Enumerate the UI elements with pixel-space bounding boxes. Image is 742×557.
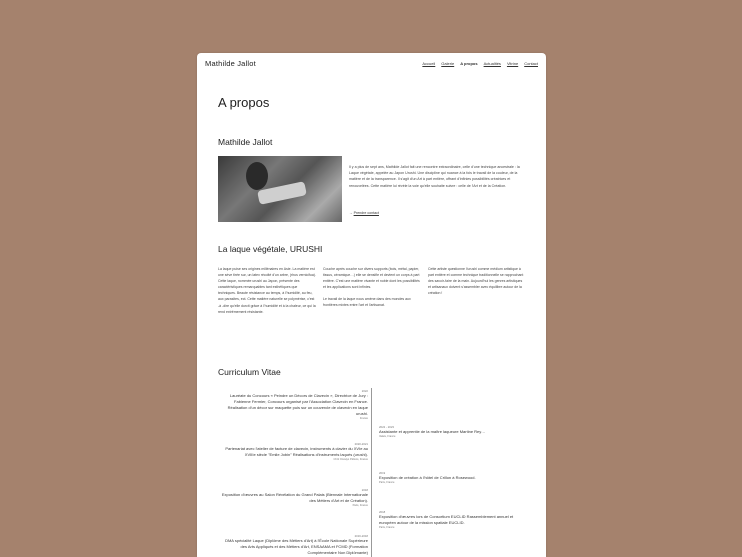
cv-timeline-divider [371,388,372,557]
arrow-icon: → [349,211,353,215]
artist-photo [218,156,342,222]
cv-entry: 2018 Exposition d'œuvres lors de Consort… [379,510,529,529]
urushi-col-2-para-1: Couche après couche sur divers supports … [323,267,420,290]
photo-figure-head [246,162,268,190]
cv-entry: 2022 - 2023 Assistante et apprentie de l… [379,425,529,438]
nav-a-propos[interactable]: A propos [460,61,477,66]
cv-place: France [359,417,368,420]
contact-link[interactable]: Prendre contact [354,211,379,215]
cv-title: DMA spécialité Laque (Diplôme des Métier… [225,538,368,555]
urushi-col-2-para-2: Le travail de la laque nous amène dans d… [323,297,411,308]
site-brand[interactable]: Mathilde Jallot [205,59,256,68]
nav-galerie[interactable]: Galerie [441,61,454,66]
cv-entry: 2019 Exposition de création à l'hôtel de… [379,471,529,484]
nav-actualites[interactable]: Actualités [484,61,501,66]
cv-place: Valais, France [379,435,396,438]
cv-title: Lauréate du Concours « Peindre un Décors… [227,393,368,416]
cv-entry: 2020-2021 Partenariat avec l'atelier de … [218,442,368,461]
nav-accueil[interactable]: Accueil [422,61,435,66]
cv-heading: Curriculum Vitae [218,367,281,377]
nav-contact[interactable]: Contact [524,61,538,66]
main-nav: Accueil Galerie A propos Actualités Vitr… [422,61,538,66]
cv-entry: 2018 Exposition d'œuvres au Salon Révéla… [218,488,368,507]
cv-title: Partenariat avec l'atelier de facture de… [225,446,368,457]
urushi-col-2: Couche après couche sur divers supports … [323,266,421,309]
about-heading: Mathilde Jallot [218,137,273,147]
contact-link-row: → Prendre contact [349,211,379,215]
cv-place: Chrit Onésiyo Pélions, France [333,458,368,461]
cv-entry: 2016-2018 DMA spécialité Laque (Diplôme … [218,534,368,556]
cv-title: Exposition d'œuvres au Salon Révélation … [221,492,368,503]
cv-place: Paris, France [352,504,368,507]
urushi-heading: La laque végétale, URUSHI [218,244,323,254]
cv-place: Paris, France [379,481,395,484]
urushi-col-3: Cette artiste questionne l'urushi comme … [428,267,524,296]
cv-entry: 2022 Lauréate du Concours « Peindre un D… [218,389,368,420]
cv-place: Paris, France [379,526,395,529]
about-text: Il y a plus de sept ans, Mathilde Jallot… [349,165,520,188]
nav-vitrine[interactable]: Vitrine [507,61,518,66]
cv-title: Exposition d'œuvres lors de Consortium E… [379,514,514,525]
site-header: Mathilde Jallot Accueil Galerie A propos… [197,53,546,75]
browser-page: Mathilde Jallot Accueil Galerie A propos… [197,53,546,557]
page-title: A propos [218,95,270,110]
urushi-col-1: La laque puise ses origines millénaires … [218,267,316,314]
